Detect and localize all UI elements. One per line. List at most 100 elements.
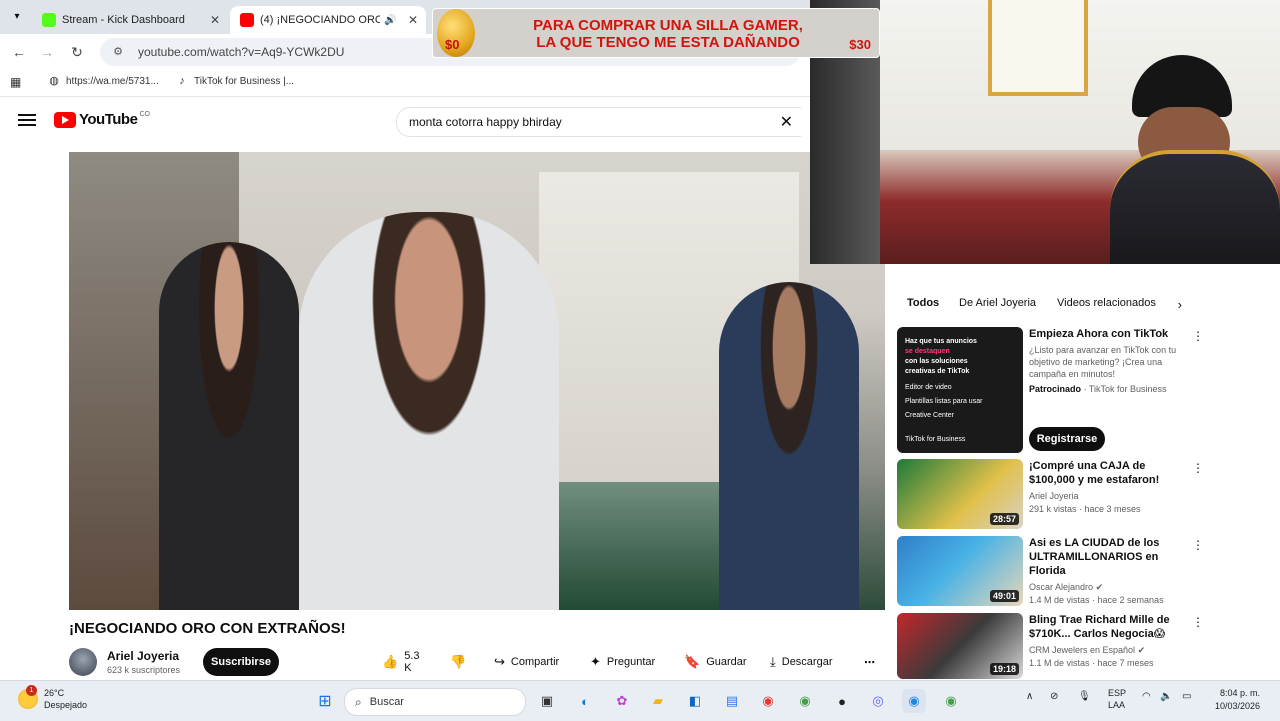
tab-kick-dashboard[interactable]: Stream - Kick Dashboard ✕ <box>32 6 228 34</box>
channel-name: Ariel Joyeria <box>1029 491 1079 501</box>
bookmark-whatsapp[interactable]: ◍ https://wa.me/5731... <box>48 75 159 87</box>
obs-icon[interactable]: ● <box>830 689 854 713</box>
copilot-icon[interactable]: ✿ <box>610 689 634 713</box>
search-query: monta cotorra happy bhirday <box>409 115 562 129</box>
microphone-icon[interactable]: 🎙 <box>1078 691 1091 702</box>
channel-info: Ariel Joyeria 623 k suscriptores <box>69 646 180 678</box>
thumbs-down-icon: 👎 <box>450 654 467 669</box>
chip-all[interactable]: Todos <box>907 297 939 309</box>
notepad-icon[interactable]: ▤ <box>720 689 744 713</box>
more-options-icon[interactable]: ⋮ <box>1192 461 1204 475</box>
tray-chevron-icon[interactable]: ∧ <box>1026 691 1033 702</box>
battery-icon[interactable]: ▭ <box>1182 691 1191 702</box>
language-indicator[interactable]: ESP LAA <box>1108 687 1126 711</box>
ad-title[interactable]: Empieza Ahora con TikTok <box>1029 327 1179 341</box>
search-icon: ⌕ <box>355 694 362 709</box>
video-title[interactable]: Bling Trae Richard Mille de $710K... Car… <box>1029 613 1179 641</box>
search-input[interactable]: monta cotorra happy bhirday ✕ <box>396 107 801 137</box>
chip-related[interactable]: Videos relacionados <box>1057 297 1156 309</box>
video-title[interactable]: ¡Compré una CAJA de $100,000 y me estafa… <box>1029 459 1179 487</box>
video-duration: 28:57 <box>989 513 1019 525</box>
start-icon[interactable]: ⊞ <box>313 689 337 713</box>
menu-icon[interactable] <box>18 111 36 129</box>
chip-from-channel[interactable]: De Ariel Joyeria <box>959 297 1036 309</box>
ask-button[interactable]: ✦ Preguntar <box>590 650 655 674</box>
speaker-icon[interactable]: 🔊 <box>384 15 396 26</box>
cam-scene-jersey <box>1110 150 1280 264</box>
clear-search-icon[interactable]: ✕ <box>780 112 793 132</box>
ad-thumb-line: Plantillas listas para usar <box>905 398 983 405</box>
bookmark-tiktok[interactable]: ♪ TikTok for Business |... <box>176 75 294 87</box>
url-text: youtube.com/watch?v=Aq9-YCWk2DU <box>138 45 345 59</box>
tab-title: (4) ¡NEGOCIANDO ORO CO <box>260 14 380 26</box>
weather-widget[interactable]: 1 26°C Despejado <box>18 685 87 711</box>
back-icon[interactable]: ← <box>10 43 28 61</box>
register-button[interactable]: Registrarse <box>1029 427 1105 451</box>
video-thumbnail[interactable]: 19:18 <box>897 613 1023 679</box>
chrome-secondary-icon[interactable]: ◉ <box>939 689 963 713</box>
apps-grid-icon[interactable]: ▦ <box>10 75 21 89</box>
list-item[interactable]: 49:01 Asi es LA CIUDAD de los ULTRAMILLO… <box>897 536 1204 608</box>
share-button[interactable]: ↪ Compartir <box>494 650 559 674</box>
chrome-profile-icon[interactable]: ◉ <box>793 689 817 713</box>
chrome-icon[interactable]: ◉ <box>756 689 780 713</box>
more-actions-icon[interactable]: ⋯ <box>864 650 875 674</box>
video-meta: 1.4 M de vistas · hace 2 semanas <box>1029 595 1164 605</box>
video-thumbnail[interactable]: 28:57 <box>897 459 1023 529</box>
site-info-icon[interactable]: ⚙ <box>110 44 126 60</box>
channel-name[interactable]: Ariel Joyeria <box>107 649 180 663</box>
video-thumbnail[interactable]: 49:01 <box>897 536 1023 606</box>
edge-icon[interactable]: ◐ <box>573 689 597 713</box>
bookmark-icon: 🔖 <box>684 654 701 669</box>
taskbar-search[interactable]: ⌕ Buscar <box>344 688 526 716</box>
ad-item[interactable]: Haz que tus anuncios se destaquen con la… <box>897 327 1204 455</box>
more-options-icon[interactable]: ⋮ <box>1192 329 1204 343</box>
wifi-icon[interactable]: ◠ <box>1142 691 1151 702</box>
bookmarks-bar: ▦ ◍ https://wa.me/5731... ♪ TikTok for B… <box>0 70 810 97</box>
task-view-icon[interactable]: ▣ <box>535 689 559 713</box>
logo-text: YouTube <box>79 111 138 128</box>
youtube-favicon-icon <box>240 13 254 27</box>
reload-icon[interactable]: ↻ <box>68 43 86 61</box>
chevron-right-icon[interactable]: › <box>1178 297 1182 312</box>
ask-label: Preguntar <box>606 656 656 668</box>
like-button[interactable]: 👍 5.3 K <box>382 650 419 674</box>
goal-start: $0 <box>445 37 460 52</box>
dislike-button[interactable]: 👎 <box>450 650 472 674</box>
video-player[interactable] <box>69 152 885 610</box>
download-button[interactable]: ⤓ Descargar <box>770 650 833 674</box>
channel-avatar[interactable] <box>69 648 97 676</box>
ad-thumb-line: Haz que tus anuncios <box>905 338 977 345</box>
store-icon[interactable]: ◧ <box>683 689 707 713</box>
tab-search-icon[interactable]: ▾ <box>8 8 26 26</box>
list-item[interactable]: 19:18 Bling Trae Richard Mille de $710K.… <box>897 613 1204 683</box>
video-meta: 1.1 M de vistas · hace 7 meses <box>1029 658 1154 668</box>
close-tab-icon[interactable]: ✕ <box>408 13 418 27</box>
channel-name: Oscar Alejandro <box>1029 582 1094 592</box>
webcam-overlay <box>810 0 1280 264</box>
list-item[interactable]: 28:57 ¡Compré una CAJA de $100,000 y me … <box>897 459 1204 531</box>
file-explorer-icon[interactable]: ▰ <box>646 689 670 713</box>
tab-youtube-video[interactable]: (4) ¡NEGOCIANDO ORO CO 🔊 ✕ <box>230 6 426 34</box>
advertiser-name: TikTok for Business <box>1088 384 1167 394</box>
chrome-active-icon[interactable]: ◉ <box>902 689 926 713</box>
youtube-logo[interactable]: YouTube CO <box>54 111 150 128</box>
more-options-icon[interactable]: ⋮ <box>1192 538 1204 552</box>
clock[interactable]: 8:04 p. m. 10/03/2026 <box>1215 687 1260 713</box>
subscribe-button[interactable]: Suscribirse <box>203 648 279 676</box>
video-meta: 291 k vistas · hace 3 meses <box>1029 504 1141 514</box>
ad-thumbnail[interactable]: Haz que tus anuncios se destaquen con la… <box>897 327 1023 453</box>
sponsored-label: Patrocinado <box>1029 384 1082 394</box>
more-options-icon[interactable]: ⋮ <box>1192 615 1204 629</box>
video-duration: 49:01 <box>989 590 1019 602</box>
save-button[interactable]: 🔖 Guardar <box>684 650 747 674</box>
close-tab-icon[interactable]: ✕ <box>210 13 220 27</box>
video-scene-person-left <box>159 242 299 610</box>
ad-thumb-line: creativas de TikTok <box>905 368 970 375</box>
forward-icon[interactable]: → <box>38 43 56 61</box>
logo-region: CO <box>139 111 150 118</box>
network-status-icon[interactable]: ⊘ <box>1050 691 1058 702</box>
discord-icon[interactable]: ◎ <box>866 689 890 713</box>
video-title[interactable]: Asi es LA CIUDAD de los ULTRAMILLONARIOS… <box>1029 536 1179 578</box>
volume-icon[interactable]: 🔈 <box>1160 691 1172 702</box>
